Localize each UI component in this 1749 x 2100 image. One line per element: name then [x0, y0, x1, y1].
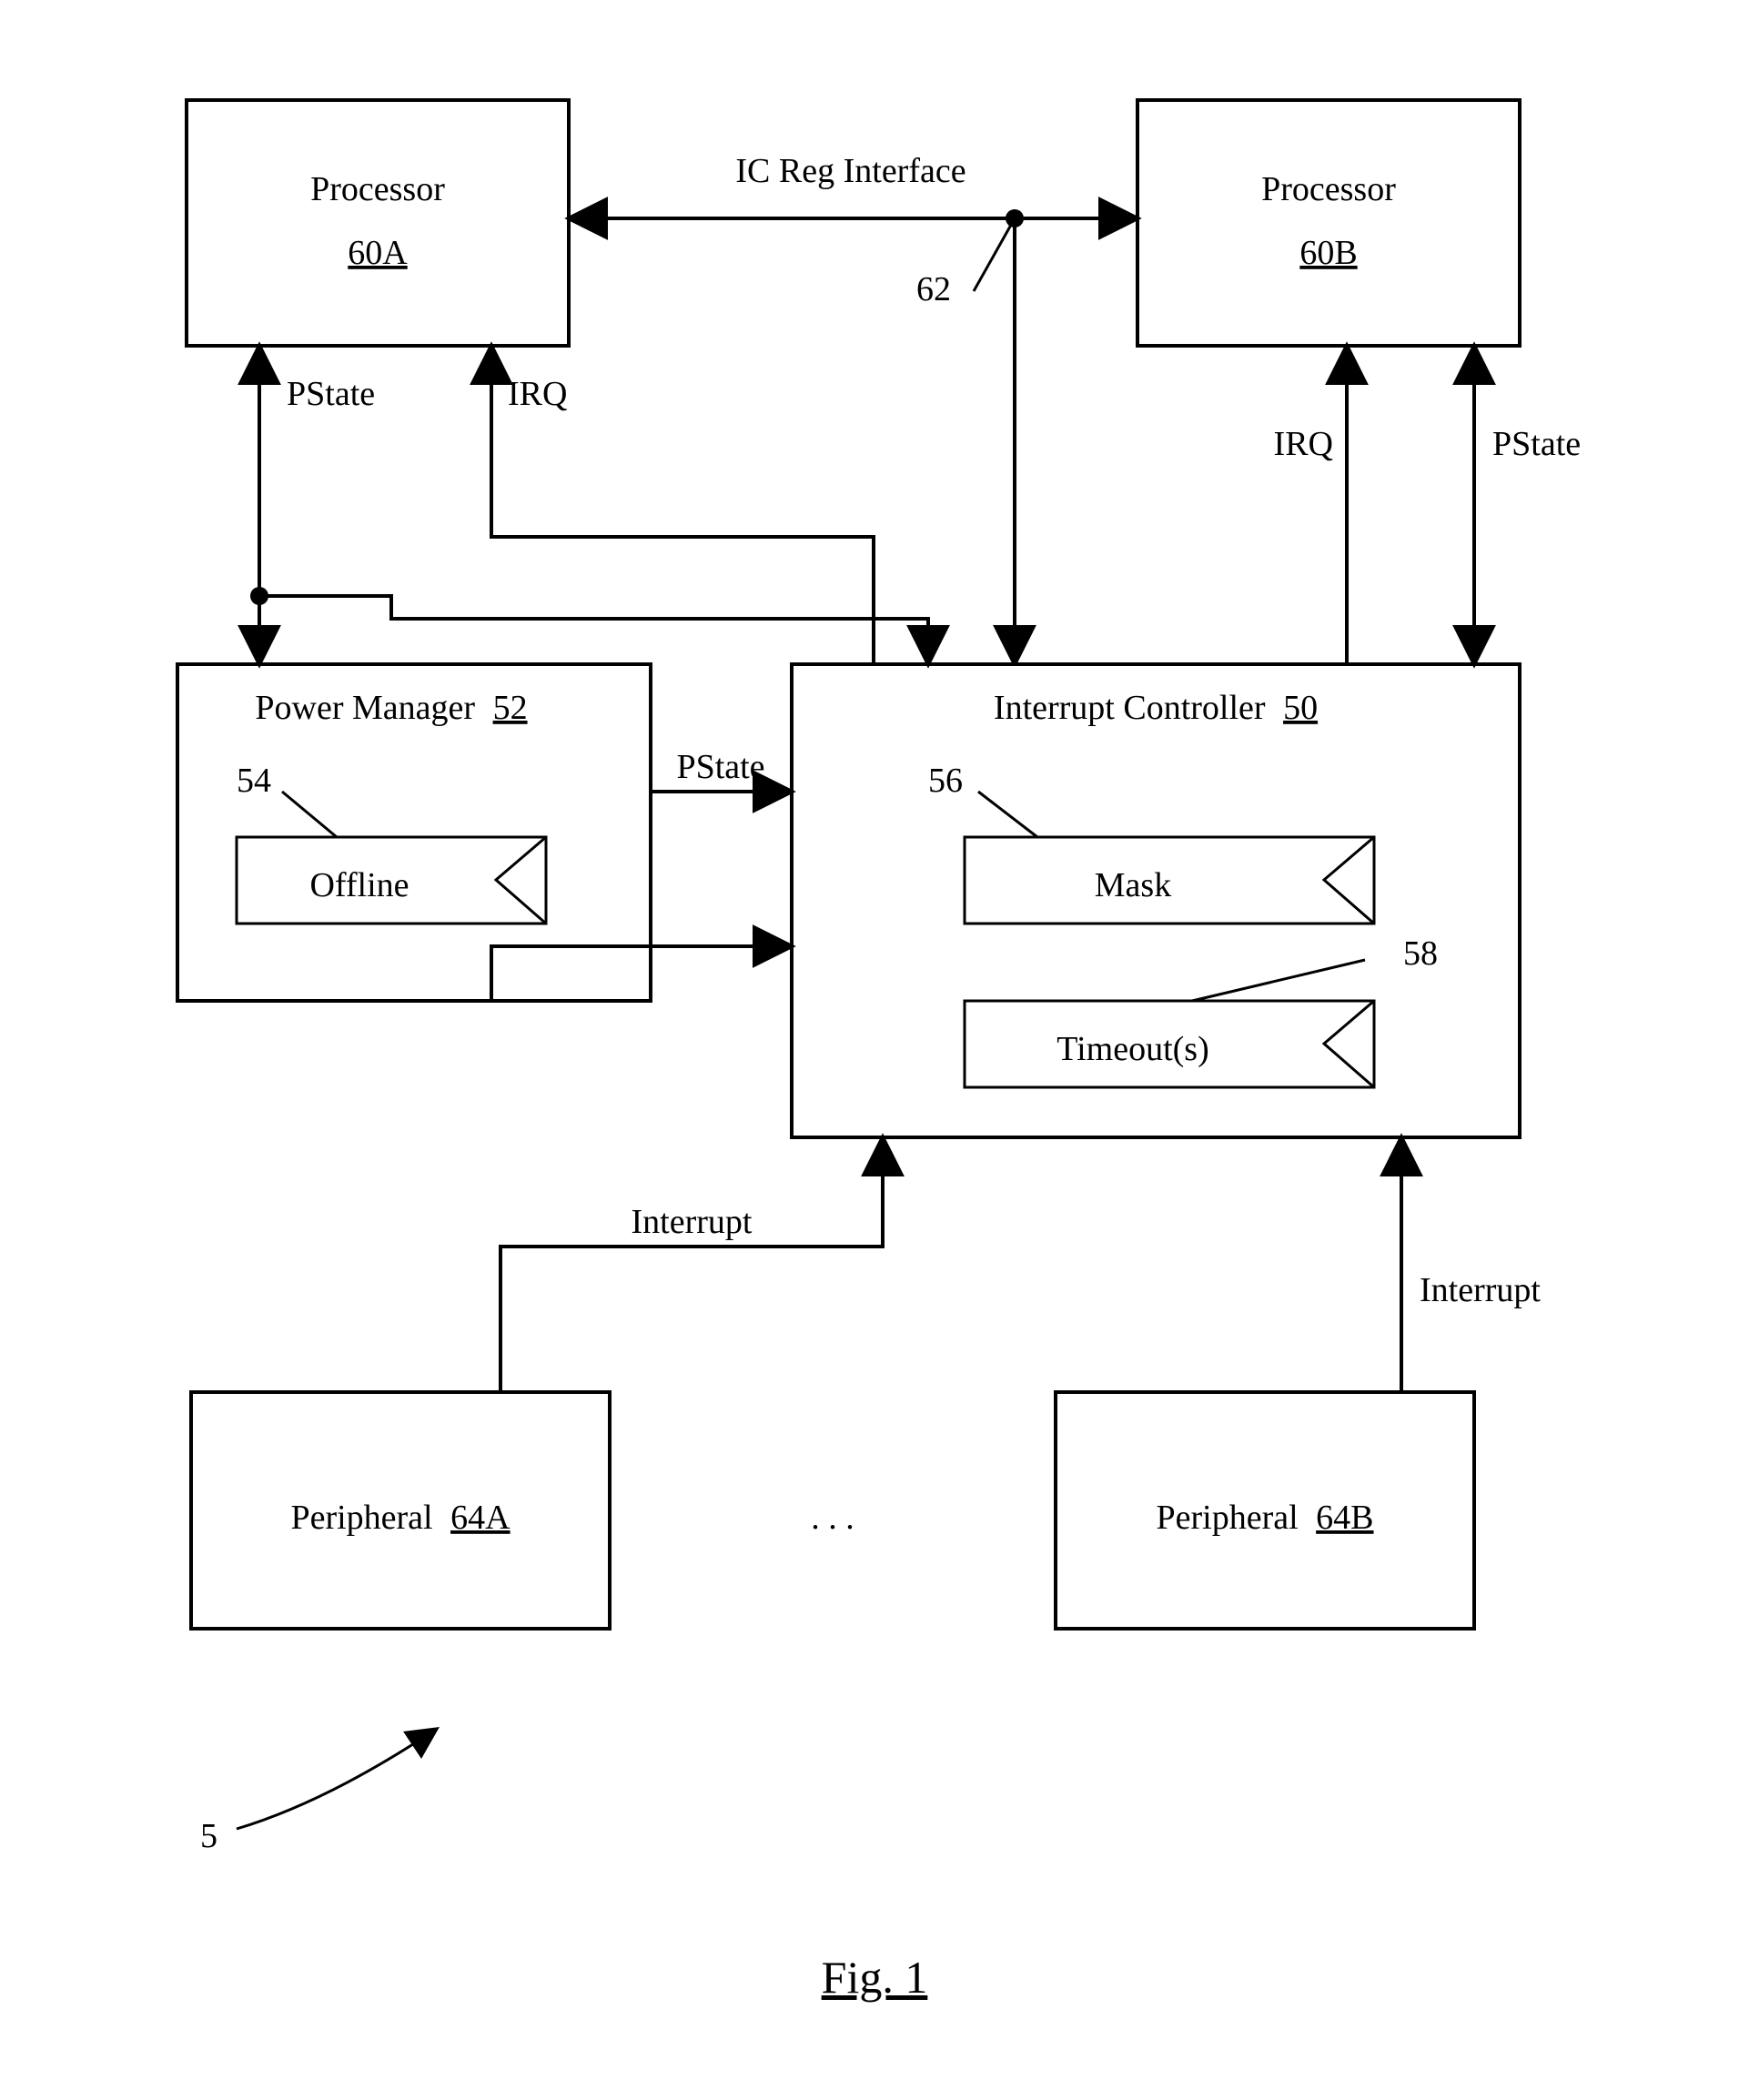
figure-label: Fig. 1 [822, 1952, 928, 2003]
pm-out-label: PState [676, 748, 764, 786]
processor-a-ref: 60A [348, 234, 408, 272]
pa-irq-label: IRQ [508, 375, 567, 413]
pa-pstate-to-ic [259, 596, 928, 664]
svg-text:Peripheral 64A: Peripheral 64A [290, 1499, 511, 1537]
diagram: Processor 60A Processor 60B IC Reg Inter… [0, 0, 1749, 2100]
pb-interrupt-label: Interrupt [1420, 1271, 1541, 1309]
interrupt-controller: Interrupt Controller 50 Mask 56 Timeout(… [792, 664, 1520, 1137]
svg-text:Interrupt Controller 50: Interrupt Controller 50 [994, 689, 1318, 727]
peripheral-a-name: Peripheral [290, 1499, 432, 1537]
power-manager: Power Manager 52 Offline 54 [177, 664, 651, 1001]
offline-register: Offline [237, 837, 546, 924]
peripheral-ellipsis: . . . [811, 1499, 854, 1537]
power-manager-name: Power Manager [255, 689, 475, 727]
svg-text:Peripheral 64B: Peripheral 64B [1156, 1499, 1373, 1537]
mask-register: Mask [965, 837, 1374, 924]
peripheral-b: Peripheral 64B [1056, 1392, 1474, 1629]
pb-irq-label: IRQ [1274, 425, 1333, 463]
processor-a: Processor 60A [187, 100, 569, 346]
peripheral-a: Peripheral 64A [191, 1392, 610, 1629]
processor-b: Processor 60B [1137, 100, 1520, 346]
system-ref-leader [237, 1729, 437, 1829]
timeout-label: Timeout(s) [1056, 1030, 1209, 1068]
system-ref: 5 [200, 1817, 217, 1855]
pb-pstate-label: PState [1492, 425, 1581, 463]
peripheral-a-ref: 64A [450, 1499, 511, 1537]
bus-ref: 62 [916, 270, 951, 308]
timeout-register: Timeout(s) [965, 1001, 1374, 1087]
bus-ref-leader [974, 218, 1015, 291]
mask-ref: 56 [928, 762, 963, 800]
bus-label: IC Reg Interface [735, 152, 965, 190]
processor-a-name: Processor [310, 170, 445, 208]
offline-label: Offline [309, 866, 409, 904]
ic-name: Interrupt Controller [994, 689, 1266, 727]
processor-b-ref: 60B [1299, 234, 1357, 272]
peripheral-b-name: Peripheral [1156, 1499, 1298, 1537]
mask-label: Mask [1095, 866, 1171, 904]
power-manager-ref: 52 [493, 689, 528, 727]
timeout-ref: 58 [1403, 934, 1438, 973]
ic-ref: 50 [1283, 689, 1318, 727]
pa-interrupt-label: Interrupt [632, 1203, 753, 1241]
pa-pstate-label: PState [287, 375, 375, 413]
processor-b-name: Processor [1261, 170, 1396, 208]
peripheral-b-ref: 64B [1316, 1499, 1373, 1537]
offline-ref: 54 [237, 762, 271, 800]
pa-interrupt [500, 1137, 883, 1392]
